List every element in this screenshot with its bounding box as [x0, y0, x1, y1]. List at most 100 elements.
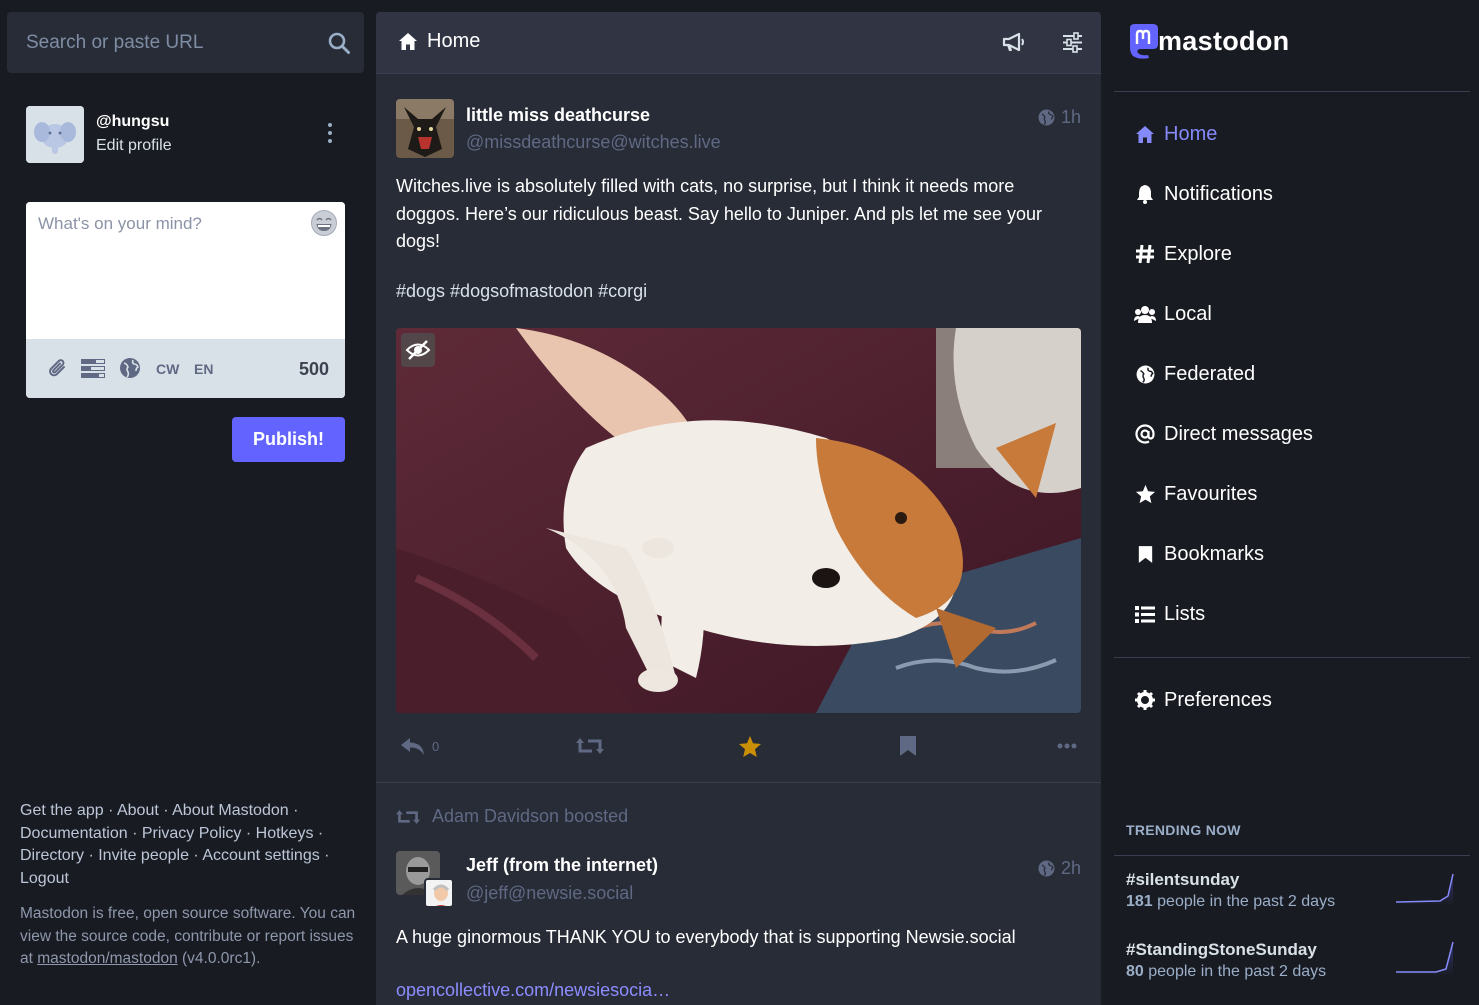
nav-item-favourites[interactable]: Favourites [1114, 468, 1470, 520]
sliders-icon[interactable] [1062, 32, 1083, 53]
reply-button[interactable]: 0 [400, 732, 439, 760]
hide-media-button[interactable] [401, 333, 435, 367]
compose-textarea[interactable] [26, 202, 345, 339]
navigation-panel: mastodon Home Notifications Explore Loca… [1114, 0, 1470, 1005]
bookmark-icon [1134, 543, 1156, 565]
footer-link-account-settings[interactable]: Account settings [202, 847, 319, 864]
source-code-link[interactable]: mastodon/mastodon [37, 950, 177, 967]
footer-link-get-app[interactable]: Get the app [20, 802, 104, 819]
footer-link-logout[interactable]: Logout [20, 870, 69, 887]
column-title[interactable]: Home [427, 30, 480, 53]
boosted-by-text[interactable]: Adam Davidson boosted [432, 806, 628, 827]
status-timestamp[interactable]: 2h [1038, 858, 1081, 879]
nav-item-label: Local [1164, 302, 1212, 325]
more-button[interactable] [1057, 732, 1077, 760]
star-icon [739, 735, 761, 757]
search-icon[interactable] [327, 31, 351, 55]
trending-divider [1114, 855, 1470, 856]
footer-link-directory[interactable]: Directory [20, 847, 84, 864]
nav-item-direct-messages[interactable]: Direct messages [1114, 408, 1470, 460]
globe-icon [1038, 860, 1055, 877]
star-icon [1134, 483, 1156, 505]
footer-about: Mastodon is free, open source software. … [20, 903, 360, 971]
globe-icon[interactable] [119, 357, 141, 379]
search-input[interactable] [7, 12, 317, 73]
mastodon-logo[interactable]: mastodon [1126, 22, 1289, 60]
trending-tag-item[interactable]: #silentsunday 181 people in the past 2 d… [1126, 870, 1466, 920]
status-avatar[interactable] [396, 99, 454, 158]
edit-profile-link[interactable]: Edit profile [96, 137, 172, 155]
footer-link-hotkeys[interactable]: Hotkeys [256, 825, 314, 842]
nav-item-label: Lists [1164, 602, 1206, 625]
footer-link-documentation[interactable]: Documentation [20, 825, 128, 842]
boost-icon [576, 738, 604, 754]
avatar[interactable] [26, 106, 84, 163]
status-item[interactable]: little miss deathcurse @missdeathcurse@w… [376, 75, 1101, 783]
status-handle[interactable]: @missdeathcurse@witches.live [466, 132, 721, 153]
nav-item-federated[interactable]: Federated [1114, 348, 1470, 400]
nav-item-label: Home [1164, 122, 1218, 145]
character-counter: 500 [298, 359, 329, 379]
trending-tag-name[interactable]: #silentsunday [1126, 870, 1239, 890]
status-item[interactable]: Adam Davidson boosted Jeff (from the int… [376, 784, 1101, 1005]
search-box [7, 12, 364, 73]
nav-item-explore[interactable]: Explore [1114, 228, 1470, 280]
paperclip-icon[interactable] [48, 357, 68, 379]
status-time-text: 2h [1060, 858, 1081, 878]
home-icon [399, 33, 417, 50]
account-handle[interactable]: @hungsu [96, 113, 169, 131]
status-content: Witches.live is absolutely filled with c… [396, 176, 1043, 251]
status-timestamp[interactable]: 1h [1038, 107, 1081, 128]
status-display-name[interactable]: Jeff (from the internet) [466, 855, 658, 876]
home-icon [1134, 123, 1156, 145]
emoji-picker-icon[interactable] [310, 209, 338, 237]
nav-item-bookmarks[interactable]: Bookmarks [1114, 528, 1470, 580]
bookmark-icon [900, 736, 916, 756]
globe-icon [1038, 109, 1055, 126]
status-hashtags[interactable]: #dogs #dogsofmastodon #corgi [396, 281, 647, 302]
nav-item-lists[interactable]: Lists [1114, 588, 1470, 640]
publish-button[interactable]: Publish! [232, 417, 345, 462]
globe-icon [1134, 363, 1156, 385]
booster-avatar[interactable] [424, 878, 454, 908]
footer-link-about[interactable]: About [117, 802, 159, 819]
nav-item-notifications[interactable]: Notifications [1114, 168, 1470, 220]
reply-count: 0 [432, 738, 440, 754]
trending-tag-meta: 181 people in the past 2 days [1126, 893, 1335, 911]
nav-item-label: Bookmarks [1164, 542, 1265, 565]
status-link[interactable]: opencollective.com/newsiesocia… [396, 980, 670, 1001]
at-icon [1134, 423, 1156, 445]
nav-item-preferences[interactable]: Preferences [1114, 674, 1470, 726]
trending-tag-name[interactable]: #StandingStoneSunday [1126, 940, 1317, 960]
compose-toolbar: CW EN 500 [26, 339, 345, 398]
media-image[interactable] [396, 328, 1081, 713]
trend-sparkline [1396, 941, 1454, 976]
hashtag-icon [1134, 243, 1156, 265]
footer-links: Get the app · About · About Mastodon · D… [20, 802, 330, 887]
boost-prepend: Adam Davidson boosted [396, 806, 628, 827]
trending-tag-item[interactable]: #StandingStoneSunday 80 people in the pa… [1126, 940, 1466, 990]
status-handle[interactable]: @jeff@newsie.social [466, 883, 633, 904]
poll-icon[interactable] [81, 357, 105, 379]
megaphone-icon[interactable] [1002, 31, 1026, 53]
footer-link-invite-people[interactable]: Invite people [98, 847, 189, 864]
nav-item-home[interactable]: Home [1114, 108, 1470, 160]
language-selector[interactable]: EN [194, 361, 213, 377]
bookmark-button[interactable] [899, 732, 917, 760]
boost-button[interactable] [576, 732, 604, 760]
status-display-name[interactable]: little miss deathcurse [466, 105, 650, 126]
more-vertical-icon[interactable] [326, 122, 334, 144]
favourite-button[interactable] [738, 732, 762, 760]
content-warning-toggle[interactable]: CW [156, 361, 179, 377]
nav-item-label: Notifications [1164, 182, 1273, 205]
ellipsis-icon [1057, 743, 1077, 749]
footer-link-privacy-policy[interactable]: Privacy Policy [142, 825, 242, 842]
trending-tag-count: 80 [1126, 963, 1144, 980]
version-text: (v4.0.0rc1). [182, 950, 261, 968]
reply-icon [401, 738, 424, 755]
nav-divider [1114, 91, 1470, 92]
footer-link-about-mastodon[interactable]: About Mastodon [172, 802, 289, 819]
home-timeline-column: Home little miss deathcurse @missdeathcu… [376, 12, 1101, 1005]
nav-divider [1114, 657, 1470, 658]
nav-item-local[interactable]: Local [1114, 288, 1470, 340]
